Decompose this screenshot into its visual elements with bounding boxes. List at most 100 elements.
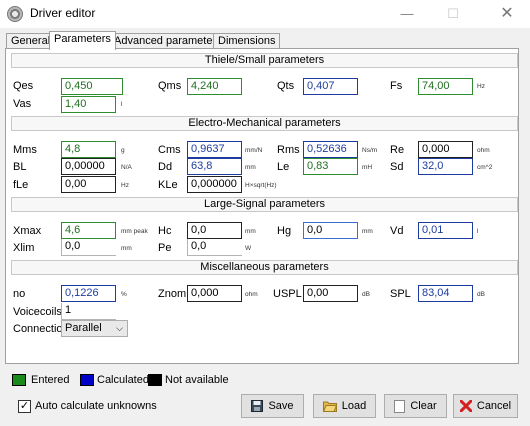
section-header-large-signal: Large-Signal parameters [11, 197, 518, 212]
cms-field[interactable]: 0,9637 [187, 141, 242, 158]
pe-field[interactable]: 0,0 [187, 239, 242, 256]
qts-field[interactable]: 0,407 [303, 78, 358, 95]
kle-unit: H×sqrt(Hz) [245, 182, 277, 189]
xlim-unit: mm [121, 245, 132, 252]
auto-calculate-label[interactable]: Auto calculate unknowns [35, 400, 157, 412]
floppy-disk-icon [251, 400, 264, 413]
speaker-app-icon [7, 6, 23, 22]
title-bar: Driver editor — ☐ ✕ [0, 0, 530, 28]
no-label: no [13, 288, 26, 300]
maximize-button[interactable]: ☐ [430, 0, 476, 28]
mms-label: Mms [13, 144, 37, 156]
hc-field[interactable]: 0,0 [187, 222, 242, 239]
not-available-color-swatch [148, 374, 162, 386]
connection-select[interactable]: Parallel ⌵ [61, 320, 128, 337]
dd-label: Dd [158, 161, 173, 173]
section-header-miscellaneous: Miscellaneous parameters [11, 260, 518, 275]
clear-button[interactable]: Clear [384, 394, 447, 418]
sd-label: Sd [390, 161, 404, 173]
fs-label: Fs [390, 80, 403, 92]
xmax-field[interactable]: 4,6 [61, 222, 116, 239]
tab-advanced-parameters[interactable]: Advanced parameters [109, 33, 227, 49]
fs-unit: Hz [477, 83, 485, 90]
voicecoils-field[interactable]: 1 [61, 303, 116, 320]
save-button[interactable]: Save [241, 394, 304, 418]
re-field[interactable]: 0,000 [418, 141, 473, 158]
cancel-button[interactable]: Cancel [453, 394, 518, 418]
znom-field[interactable]: 0,000 [187, 285, 242, 302]
tab-parameters[interactable]: Parameters [49, 31, 116, 50]
re-unit: ohm [477, 147, 490, 154]
legend-entered-label: Entered [31, 374, 70, 386]
hg-field[interactable]: 0,0 [303, 222, 358, 239]
load-button-label: Load [341, 400, 367, 412]
bl-field[interactable]: 0,00000 [61, 158, 116, 175]
dd-unit: mm [245, 164, 256, 171]
uspl-label: USPL [273, 288, 302, 300]
section-header-thiele-small: Thiele/Small parameters [11, 53, 518, 68]
le-unit: mH [362, 164, 373, 171]
re-label: Re [390, 144, 405, 156]
qms-field[interactable]: 4,240 [187, 78, 242, 95]
kle-label: KLe [158, 179, 178, 191]
kle-field[interactable]: 0,000000 [187, 176, 242, 193]
dd-field[interactable]: 63,8 [187, 158, 242, 175]
cms-label: Cms [158, 144, 181, 156]
xmax-unit: mm peak [121, 228, 148, 235]
bl-unit: N/A [121, 164, 132, 171]
vd-field[interactable]: 0,01 [418, 222, 473, 239]
uspl-field[interactable]: 0,00 [303, 285, 358, 302]
bl-label: BL [13, 161, 27, 173]
rms-field[interactable]: 0,52636 [303, 141, 358, 158]
pe-label: Pe [158, 242, 172, 254]
fs-field[interactable]: 74,00 [418, 78, 473, 95]
le-label: Le [277, 161, 290, 173]
le-field[interactable]: 0,83 [303, 158, 358, 175]
xmax-label: Xmax [13, 225, 42, 237]
uspl-unit: dB [362, 291, 370, 298]
hc-unit: mm [245, 228, 256, 235]
spl-label: SPL [390, 288, 411, 300]
sd-unit: cm^2 [477, 164, 493, 171]
fle-field[interactable]: 0,00 [61, 176, 116, 193]
cancel-button-label: Cancel [476, 400, 512, 412]
load-button[interactable]: Load [313, 394, 376, 418]
pe-unit: W [245, 245, 252, 252]
vas-label: Vas [13, 98, 32, 110]
save-button-label: Save [268, 400, 294, 412]
hg-label: Hg [277, 225, 292, 237]
znom-label: Znom [158, 288, 187, 300]
znom-unit: ohm [245, 291, 258, 298]
window-title: Driver editor [30, 6, 96, 20]
rms-unit: Ns/m [362, 147, 378, 154]
rms-label: Rms [277, 144, 300, 156]
spl-field[interactable]: 83,04 [418, 285, 473, 302]
xlim-label: Xlim [13, 242, 35, 254]
connection-select-value: Parallel [65, 322, 102, 334]
close-button[interactable]: ✕ [484, 0, 530, 28]
mms-field[interactable]: 4,8 [61, 141, 116, 158]
no-unit: % [121, 291, 127, 298]
no-field[interactable]: 0,1226 [61, 285, 116, 302]
calculated-color-swatch [80, 374, 94, 386]
xlim-field[interactable]: 0,0 [61, 239, 116, 256]
auto-calculate-checkbox[interactable]: ✓ [18, 400, 31, 413]
chevron-down-icon: ⌵ [116, 323, 123, 333]
sd-field[interactable]: 32,0 [418, 158, 473, 175]
minimize-button[interactable]: — [384, 0, 430, 28]
tab-general[interactable]: General [6, 33, 56, 49]
mms-unit: g [121, 147, 125, 154]
vd-unit: l [477, 228, 479, 235]
legend-not-available-label: Not available [165, 374, 229, 386]
hg-unit: mm [362, 228, 373, 235]
qes-field[interactable]: 0,450 [61, 78, 123, 95]
cms-unit: mm/N [245, 147, 263, 154]
legend-calculated-label: Calculated [97, 374, 149, 386]
qms-label: Qms [158, 80, 182, 92]
spl-unit: dB [477, 291, 485, 298]
clear-button-label: Clear [410, 400, 437, 412]
tab-dimensions[interactable]: Dimensions [213, 33, 281, 49]
vas-field[interactable]: 1,40 [61, 96, 116, 113]
vas-unit: l [121, 101, 123, 108]
blank-page-icon [394, 399, 406, 413]
